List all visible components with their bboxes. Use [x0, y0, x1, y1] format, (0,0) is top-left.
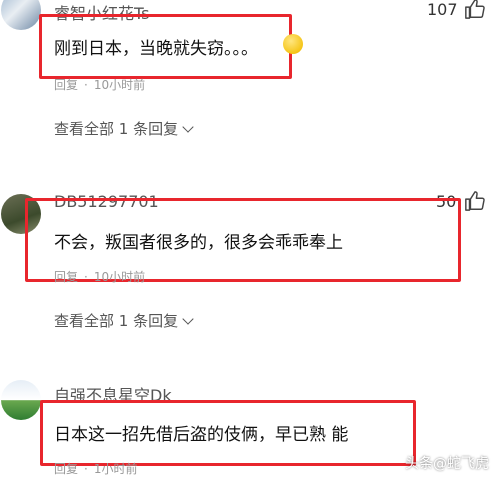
smiley-emoji [283, 34, 303, 54]
comment-meta: 回复 · 1小时前 [54, 462, 138, 476]
reply-link[interactable]: 回复 [54, 78, 78, 92]
comment-meta: 回复 · 10小时前 [54, 78, 146, 92]
watermark: 头条@蛇飞虎 [405, 456, 489, 472]
view-replies-link[interactable]: 查看全部 1 条回复 [54, 310, 194, 331]
comment-text: 刚到日本，当晚就失窃。。。 [54, 39, 258, 59]
thumbs-up-icon[interactable] [464, 0, 486, 20]
reply-link[interactable]: 回复 [54, 270, 78, 284]
chevron-down-icon [182, 121, 194, 133]
timestamp: 1小时前 [93, 462, 138, 476]
avatar[interactable] [1, 0, 41, 30]
comment-1: 睿智小红花Ts 107 刚到日本，当晚就失窃。。。 回复 · 10小时前 查看全部 … [0, 0, 499, 160]
comment-meta: 回复 · 10小时前 [54, 270, 146, 284]
chevron-down-icon [182, 313, 194, 325]
comment-2: DB51297701 50 不会，叛国者很多的，很多会乖乖奉上 回复 · 10小时前… [0, 180, 499, 340]
avatar[interactable] [1, 380, 41, 420]
like-count: 107 [427, 0, 458, 19]
comment-text: 不会，叛国者很多的，很多会乖乖奉上 [54, 233, 343, 253]
comment-text: 日本这一招先借后盗的伎俩，早已熟 能 [54, 425, 349, 445]
view-replies-link[interactable]: 查看全部 1 条回复 [54, 118, 194, 139]
thumbs-up-icon[interactable] [464, 190, 486, 212]
reply-link[interactable]: 回复 [54, 462, 78, 476]
timestamp: 10小时前 [93, 78, 146, 92]
timestamp: 10小时前 [93, 270, 146, 284]
